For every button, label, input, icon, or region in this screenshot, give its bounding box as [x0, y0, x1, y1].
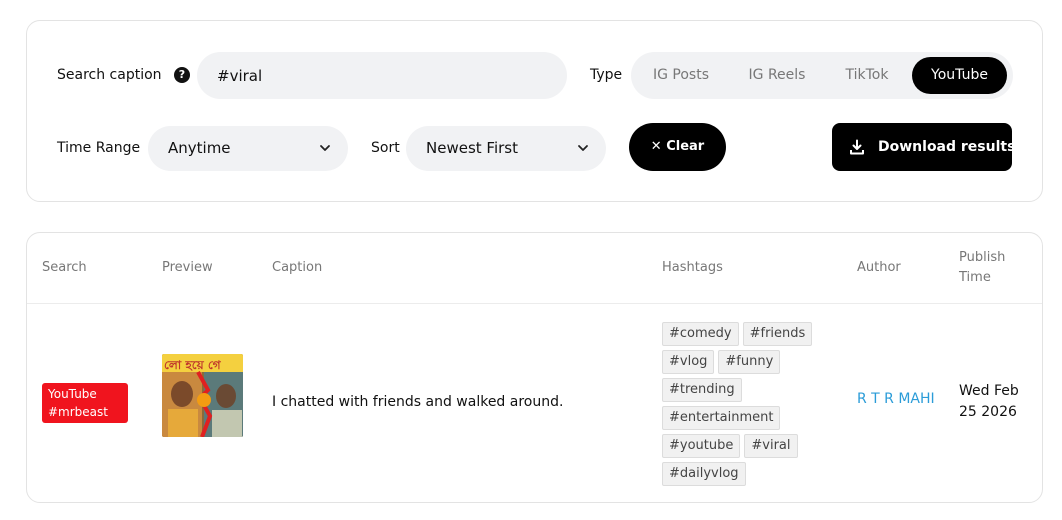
filter-panel: Search caption ? Type IG Posts IG Reels …: [26, 20, 1043, 202]
search-caption-label: Search caption: [57, 67, 162, 83]
search-caption-input[interactable]: [197, 52, 567, 99]
download-icon: [850, 139, 864, 155]
chevron-down-icon: [578, 145, 588, 151]
clear-button[interactable]: ✕ Clear: [629, 123, 726, 171]
caption-text: I chatted with friends and walked around…: [272, 394, 564, 410]
column-header-publish-time: Publish Time: [959, 250, 1006, 285]
download-results-button[interactable]: Download results: [832, 123, 1016, 171]
hashtag-chip[interactable]: #funny: [718, 350, 781, 374]
column-header-search: Search: [42, 260, 87, 275]
hashtag-chip[interactable]: #entertainment: [662, 406, 781, 430]
time-range-value: Anytime: [168, 139, 231, 157]
thumbnail-overlay-text: লো হয়ে গে: [164, 358, 222, 372]
time-range-label: Time Range: [57, 140, 141, 156]
header-divider: [27, 303, 1042, 304]
column-header-hashtags: Hashtags: [662, 260, 723, 275]
hashtag-chip[interactable]: #comedy: [662, 322, 739, 346]
hashtag-chip[interactable]: #viral: [744, 434, 798, 458]
hashtag-chip[interactable]: #vlog: [662, 350, 715, 374]
type-tab-tiktok[interactable]: TikTok: [817, 57, 917, 94]
help-icon[interactable]: ?: [174, 67, 190, 83]
results-table: Search Preview Caption Hashtags Author P…: [26, 232, 1043, 503]
type-tab-youtube[interactable]: YouTube: [912, 57, 1007, 94]
hashtag-chip[interactable]: #trending: [662, 378, 742, 402]
download-results-label: Download results: [878, 139, 1016, 155]
search-badge[interactable]: YouTube #mrbeast: [42, 383, 128, 423]
type-tab-ig-reels[interactable]: IG Reels: [727, 57, 827, 94]
hashtag-chip[interactable]: #youtube: [662, 434, 741, 458]
search-badge-term: #mrbeast: [48, 405, 108, 419]
column-header-author: Author: [857, 260, 901, 275]
sort-select[interactable]: Newest First: [406, 126, 606, 171]
search-badge-platform: YouTube: [48, 387, 97, 401]
video-thumbnail[interactable]: লো হয়ে গে: [162, 354, 243, 437]
hashtag-chip[interactable]: #dailyvlog: [662, 462, 746, 486]
type-tab-ig-posts[interactable]: IG Posts: [631, 57, 731, 94]
hashtag-list: #comedy #friends #vlog #funny #trending …: [662, 322, 832, 490]
hashtag-chip[interactable]: #friends: [742, 322, 813, 346]
sort-value: Newest First: [426, 139, 518, 157]
type-segmented-control: IG Posts IG Reels TikTok YouTube: [631, 52, 1013, 99]
column-header-preview: Preview: [162, 260, 213, 275]
publish-time: Wed Feb 25 2026: [959, 383, 1019, 420]
sort-label: Sort: [371, 140, 400, 156]
chevron-down-icon: [320, 145, 330, 151]
time-range-select[interactable]: Anytime: [148, 126, 348, 171]
column-header-caption: Caption: [272, 260, 323, 275]
type-label: Type: [590, 67, 623, 83]
author-link[interactable]: R T R MAHI: [857, 391, 935, 407]
